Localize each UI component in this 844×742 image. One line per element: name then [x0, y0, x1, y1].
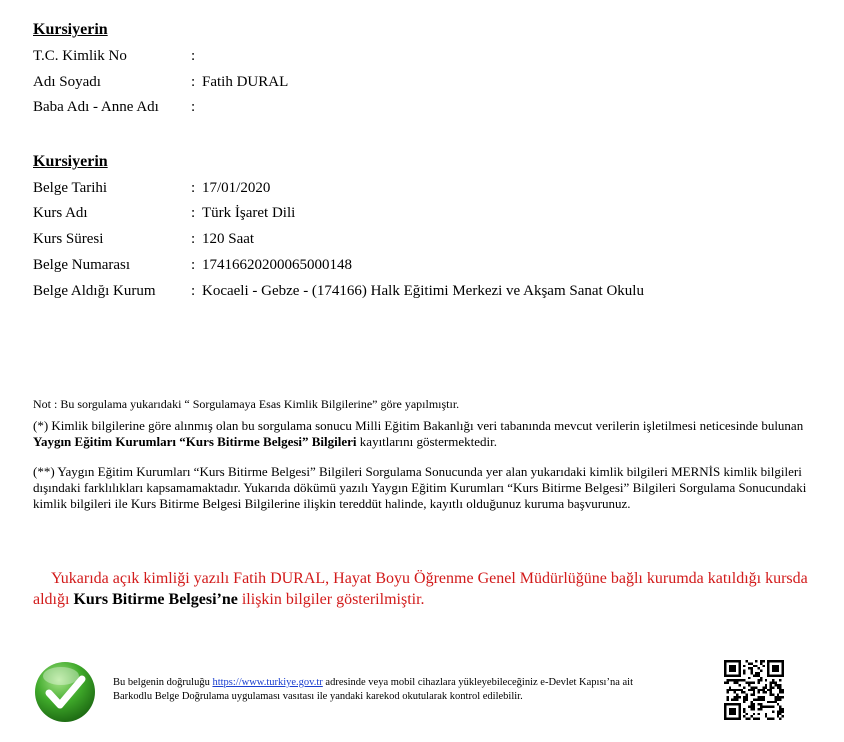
adi-soyadi-row: Adı Soyadı: Fatih DURAL: [33, 72, 288, 92]
disclaimer-1-text: (*) Kimlik bilgilerine göre alınmış olan…: [33, 418, 804, 433]
row-colon: :: [191, 283, 196, 299]
belge-kurum-row: Belge Aldığı Kurum: Kocaeli - Gebze - (17…: [33, 281, 644, 301]
row-label: Kurs Adı: [33, 205, 88, 221]
qr-code-icon: [724, 660, 784, 720]
kurs-suresi-row: Kurs Süresi:120 Saat: [33, 229, 254, 249]
verification-text: Bu belgenin doğruluğu: [113, 677, 213, 688]
query-note: Not : Bu sorgulama yukarıdaki “ Sorgulam…: [33, 397, 460, 411]
belge-numarasi-row: Belge Numarası:17416620200065000148: [33, 255, 352, 275]
section2-title: Kursiyerin: [33, 153, 108, 170]
section1-title: Kursiyerin: [33, 21, 108, 38]
row-label: Adı Soyadı: [33, 74, 101, 90]
row-colon: :: [191, 231, 196, 247]
row-colon: :: [191, 257, 196, 273]
row-label: Belge Aldığı Kurum: [33, 283, 156, 299]
row-label: Belge Tarihi: [33, 180, 108, 196]
row-label: Belge Numarası: [33, 257, 131, 273]
row-colon: :: [191, 205, 196, 221]
check-icon: [35, 662, 95, 722]
row-colon: :: [191, 74, 196, 90]
row-value: 17416620200065000148: [202, 257, 352, 273]
statement-end: ilişkin bilgiler gösterilmiştir.: [237, 591, 425, 608]
row-label: Baba Adı - Anne Adı: [33, 99, 159, 115]
row-colon: :: [191, 99, 196, 115]
disclaimer-paragraph-2: (**) Yaygın Eğitim Kurumları “Kurs Bitir…: [33, 464, 807, 511]
row-value: Fatih DURAL: [202, 74, 289, 90]
belge-tarihi-row: Belge Tarihi:17/01/2020: [33, 178, 270, 198]
row-value: Kocaeli - Gebze - (174166) Halk Eğitimi …: [202, 283, 644, 299]
disclaimer-paragraph-1: (*) Kimlik bilgilerine göre alınmış olan…: [33, 418, 813, 450]
verification-note: Bu belgenin doğruluğu https://www.turkiy…: [113, 676, 673, 704]
baba-anne-row: Baba Adı - Anne Adı:: [33, 97, 202, 117]
row-value: Türk İşaret Dili: [202, 205, 296, 221]
disclaimer-1-bold: Yaygın Eğitim Kurumları “Kurs Bitirme Be…: [33, 434, 357, 449]
row-label: Kurs Süresi: [33, 231, 104, 247]
row-value: 17/01/2020: [202, 180, 271, 196]
row-colon: :: [191, 48, 196, 64]
result-statement: Yukarıda açık kimliği yazılı Fatih DURAL…: [33, 568, 823, 610]
statement-bold: Kurs Bitirme Belgesi’ne: [73, 591, 238, 608]
row-colon: :: [191, 180, 196, 196]
turkiye-gov-link[interactable]: https://www.turkiye.gov.tr: [212, 677, 322, 688]
row-value: 120 Saat: [202, 231, 255, 247]
kurs-adi-row: Kurs Adı: Türk İşaret Dili: [33, 203, 295, 223]
row-label: T.C. Kimlik No: [33, 48, 127, 64]
disclaimer-1-end: kayıtlarını göstermektedir.: [356, 434, 497, 449]
tc-kimlik-row: T.C. Kimlik No:: [33, 46, 202, 66]
